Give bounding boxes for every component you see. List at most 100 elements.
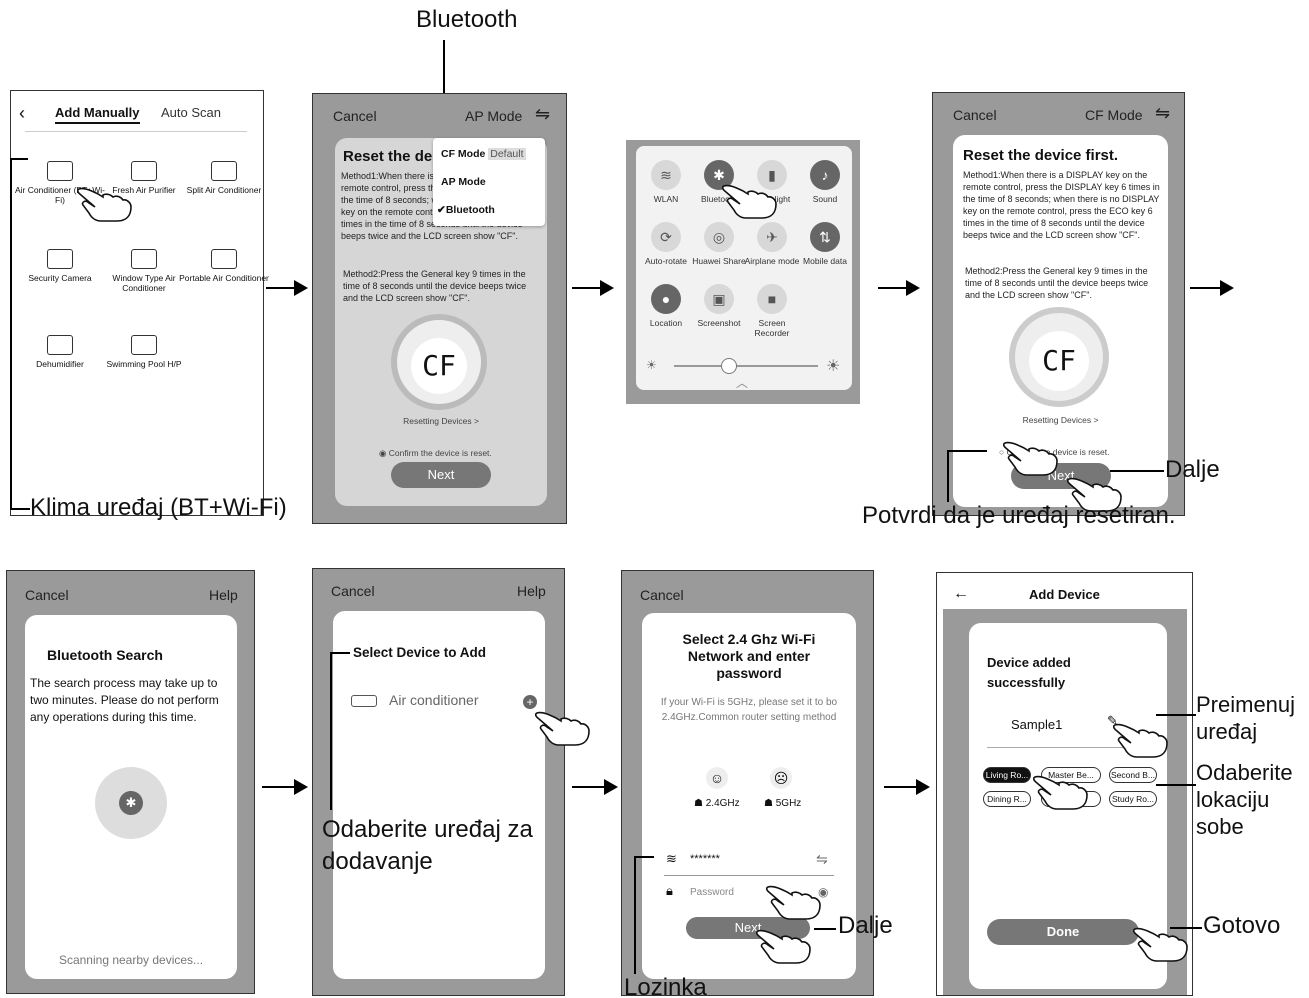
mode-label[interactable]: CF Mode: [1085, 107, 1143, 123]
arrow-6: [572, 779, 618, 795]
room-chip[interactable]: Living Ro...: [983, 767, 1031, 783]
device-tile[interactable]: Security Camera: [15, 249, 105, 283]
mode-menu: CF Mode Default AP Mode ✔Bluetooth: [433, 138, 545, 226]
quick-tile-label: Auto-rotate: [644, 256, 688, 266]
location-icon: ●: [651, 284, 681, 314]
wifi-hint: If your Wi-Fi is 5GHz, please set it to …: [660, 697, 838, 723]
screenshot-icon: ▣: [704, 284, 734, 314]
arrow-2: [572, 280, 614, 296]
lcd-text: CF: [1029, 331, 1089, 391]
chevron-up-icon[interactable]: ︿: [736, 374, 748, 391]
menu-item-bluetooth[interactable]: ✔Bluetooth: [437, 204, 495, 216]
cancel-button[interactable]: Cancel: [331, 583, 375, 599]
quick-tile[interactable]: ◎ Huawei Share: [689, 222, 749, 266]
room-chip[interactable]: Dining R...: [983, 791, 1031, 807]
brightness-high-icon: ☀: [826, 358, 841, 375]
camera-icon: [47, 249, 73, 269]
method2-text: Method2:Press the General key 9 times in…: [343, 269, 527, 303]
room-chip[interactable]: Second B...: [1109, 767, 1157, 783]
lcd-display: CF: [1009, 307, 1109, 407]
band-5-label: ☗ 5GHz: [764, 798, 802, 809]
hand-pointer-icon: [1003, 437, 1059, 477]
brightness-knob[interactable]: [720, 358, 737, 374]
wifi-icon: ≋: [651, 160, 681, 190]
room-chip[interactable]: Study Ro...: [1109, 791, 1157, 807]
check-icon[interactable]: ◉: [379, 448, 389, 458]
done-button[interactable]: Done: [987, 919, 1139, 945]
pool-icon: [131, 335, 157, 355]
switch-network-icon[interactable]: ⇋: [816, 851, 828, 868]
password-field[interactable]: Password: [690, 887, 734, 898]
back-arrow-icon[interactable]: ←: [953, 585, 969, 603]
resetting-link[interactable]: Resetting Devices >: [335, 416, 547, 426]
menu-item-cf[interactable]: CF Mode Default: [441, 148, 526, 160]
mode-label[interactable]: AP Mode: [465, 108, 522, 124]
hand-pointer-icon: [766, 881, 822, 921]
confirm-row[interactable]: ◉ Confirm the device is reset.: [379, 448, 492, 459]
swap-icon[interactable]: ⇋: [535, 104, 550, 125]
cancel-button[interactable]: Cancel: [640, 587, 684, 603]
brightness-slider[interactable]: [674, 358, 818, 374]
window-ac-icon: [131, 249, 157, 269]
hand-pointer-icon: [1033, 771, 1089, 811]
quick-tile[interactable]: ● Location: [636, 284, 696, 328]
quick-tile[interactable]: ▣ Screenshot: [689, 284, 749, 328]
quick-tile[interactable]: ■ Screen Recorder: [742, 284, 802, 338]
device-name[interactable]: Sample1: [1011, 717, 1062, 732]
quick-tile[interactable]: ⟳ Auto-rotate: [636, 222, 696, 266]
device-tile[interactable]: Split Air Conditioner: [179, 161, 269, 195]
reset-title: Reset the de: [343, 148, 433, 165]
quick-tile[interactable]: ✈ Airplane mode: [742, 222, 802, 266]
cancel-button[interactable]: Cancel: [953, 107, 997, 123]
bluetooth-callout: Bluetooth: [416, 6, 518, 33]
device-label: Dehumidifier: [36, 359, 84, 369]
device-tile[interactable]: Window Type Air Conditioner: [99, 249, 189, 293]
select-callout-tick: [330, 652, 350, 654]
router-icon: ☗: [694, 798, 706, 809]
hand-pointer-icon: [77, 183, 133, 223]
rename-callout-2: uređaj: [1196, 719, 1258, 744]
panel-select-device: Cancel Help Select Device to Add Air con…: [312, 568, 565, 996]
ssid-field[interactable]: *******: [690, 853, 720, 865]
swap-icon[interactable]: ⇋: [1155, 103, 1170, 124]
back-icon[interactable]: ‹: [19, 103, 25, 124]
quick-tile-label: WLAN: [653, 194, 679, 204]
tab-auto-scan[interactable]: Auto Scan: [161, 105, 221, 120]
tab-add-manually[interactable]: Add Manually: [55, 105, 140, 124]
help-button[interactable]: Help: [209, 587, 238, 603]
ac-bracket-top: [10, 158, 28, 160]
arrow-1: [266, 280, 308, 296]
hand-pointer-icon: [722, 180, 778, 220]
password-callout-line: [634, 856, 636, 974]
success-text: Device added successfully: [987, 655, 1071, 690]
device-tile[interactable]: Dehumidifier: [15, 335, 105, 369]
device-tile[interactable]: Swimming Pool H/P: [99, 335, 189, 369]
device-label: Window Type Air Conditioner: [112, 273, 176, 293]
router-icon: ☗: [764, 798, 776, 809]
help-button[interactable]: Help: [517, 583, 546, 599]
quick-tile-label: Huawei Share: [692, 256, 746, 266]
lcd-text: CF: [411, 338, 467, 394]
device-label: Air conditioner: [389, 692, 479, 708]
menu-item-ap[interactable]: AP Mode: [441, 176, 486, 188]
quick-tile[interactable]: ⇅ Mobile data: [795, 222, 855, 266]
next-button[interactable]: Next: [391, 462, 491, 488]
quick-tile[interactable]: ≋ WLAN: [636, 160, 696, 204]
device-tile[interactable]: Portable Air Conditioner: [179, 249, 269, 283]
cancel-button[interactable]: Cancel: [333, 108, 377, 124]
dehumidifier-icon: [47, 335, 73, 355]
ssid-underline: [664, 875, 834, 876]
lcd-display: CF: [391, 314, 487, 410]
band-24-label: ☗ 2.4GHz: [694, 798, 740, 809]
lock-icon: 🔒︎: [666, 883, 673, 898]
quick-tile-label: Screen Recorder: [754, 318, 790, 338]
scanning-circle: ✱: [95, 767, 167, 839]
select-card: Select Device to Add Air conditioner +: [333, 611, 545, 979]
ac-bracket-bottom: [10, 508, 30, 510]
arrow-4: [1190, 280, 1234, 296]
panel-ap-mode: Cancel AP Mode ⇋ Reset the de Method1:Wh…: [312, 93, 567, 524]
quick-tile[interactable]: ♪ Sound: [795, 160, 855, 204]
device-label: Security Camera: [28, 273, 92, 283]
resetting-link[interactable]: Resetting Devices >: [953, 415, 1168, 425]
cancel-button[interactable]: Cancel: [25, 587, 69, 603]
